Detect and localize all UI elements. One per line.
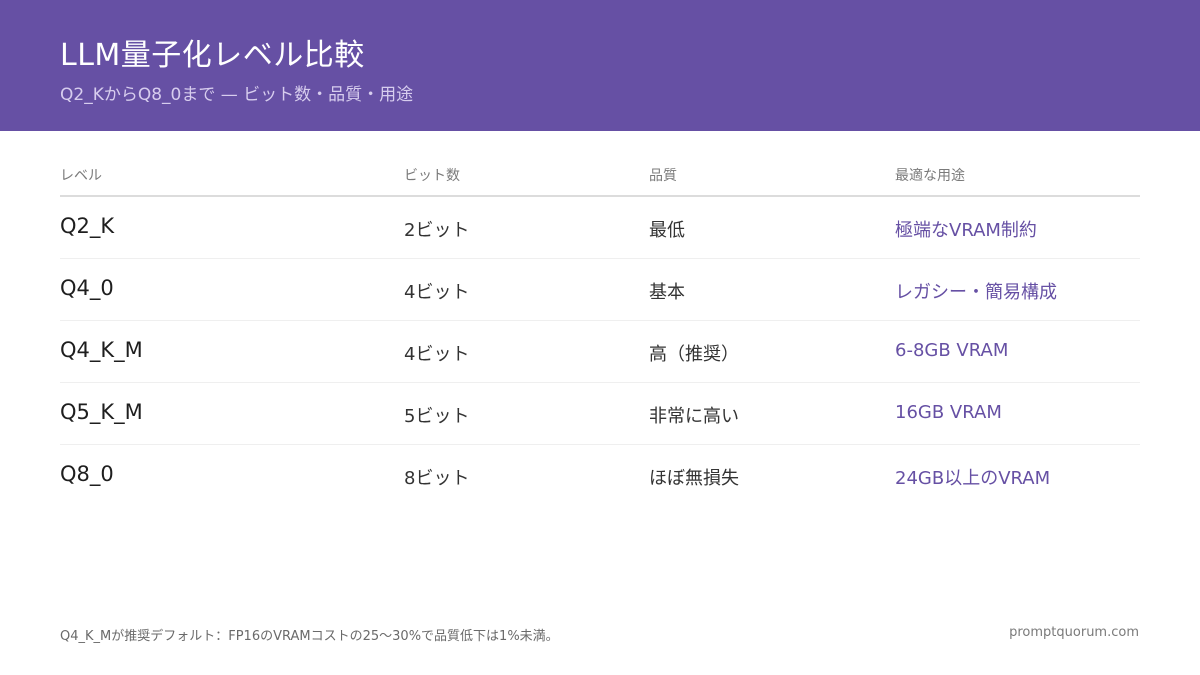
cell-use: レガシー・簡易構成 — [895, 282, 1057, 303]
cell-bits: 8ビット — [404, 468, 470, 489]
table-row: Q5_K_M 5ビット 非常に高い 16GB VRAM — [60, 383, 1140, 445]
table-row: Q8_0 8ビット ほぼ無損失 24GB以上のVRAM — [60, 445, 1140, 507]
cell-use: 24GB以上のVRAM — [895, 468, 1051, 489]
table-header: レベル ビット数 品質 最適な用途 — [60, 160, 1140, 197]
cell-bits: 4ビット — [404, 282, 470, 303]
comparison-table: レベル ビット数 品質 最適な用途 Q2_K 2ビット 最低 極端なVRAM制約… — [60, 160, 1140, 507]
cell-level: Q4_K_M — [60, 338, 143, 362]
table-row: Q4_K_M 4ビット 高（推奨） 6-8GB VRAM — [60, 321, 1140, 383]
cell-bits: 2ビット — [404, 220, 470, 241]
footer-site-name: promptquorum.com — [1009, 625, 1139, 640]
header-banner: LLM量子化レベル比較 Q2_KからQ8_0まで — ビット数・品質・用途 — [0, 0, 1200, 131]
cell-quality: 最低 — [649, 220, 685, 241]
cell-level: Q8_0 — [60, 462, 114, 486]
cell-quality: 高（推奨） — [649, 344, 739, 365]
cell-quality: 非常に高い — [649, 406, 739, 427]
cell-use: 極端なVRAM制約 — [895, 220, 1037, 241]
cell-level: Q4_0 — [60, 276, 114, 300]
table-row: Q4_0 4ビット 基本 レガシー・簡易構成 — [60, 259, 1140, 321]
page-title: LLM量子化レベル比較 — [60, 38, 365, 73]
cell-use: 6-8GB VRAM — [895, 340, 1009, 361]
column-header-level: レベル — [60, 168, 102, 184]
cell-bits: 5ビット — [404, 406, 470, 427]
cell-bits: 4ビット — [404, 344, 470, 365]
cell-quality: ほぼ無損失 — [649, 468, 739, 489]
table-row: Q2_K 2ビット 最低 極端なVRAM制約 — [60, 197, 1140, 259]
footer-note: Q4_K_Mが推奨デフォルト：FP16のVRAMコストの25〜30%で品質低下は… — [60, 629, 559, 644]
cell-level: Q5_K_M — [60, 400, 143, 424]
cell-quality: 基本 — [649, 282, 685, 303]
column-header-use: 最適な用途 — [895, 168, 965, 184]
cell-use: 16GB VRAM — [895, 402, 1002, 423]
column-header-bits: ビット数 — [404, 168, 460, 184]
column-header-quality: 品質 — [649, 168, 677, 184]
cell-level: Q2_K — [60, 214, 115, 238]
page-subtitle: Q2_KからQ8_0まで — ビット数・品質・用途 — [60, 85, 414, 105]
